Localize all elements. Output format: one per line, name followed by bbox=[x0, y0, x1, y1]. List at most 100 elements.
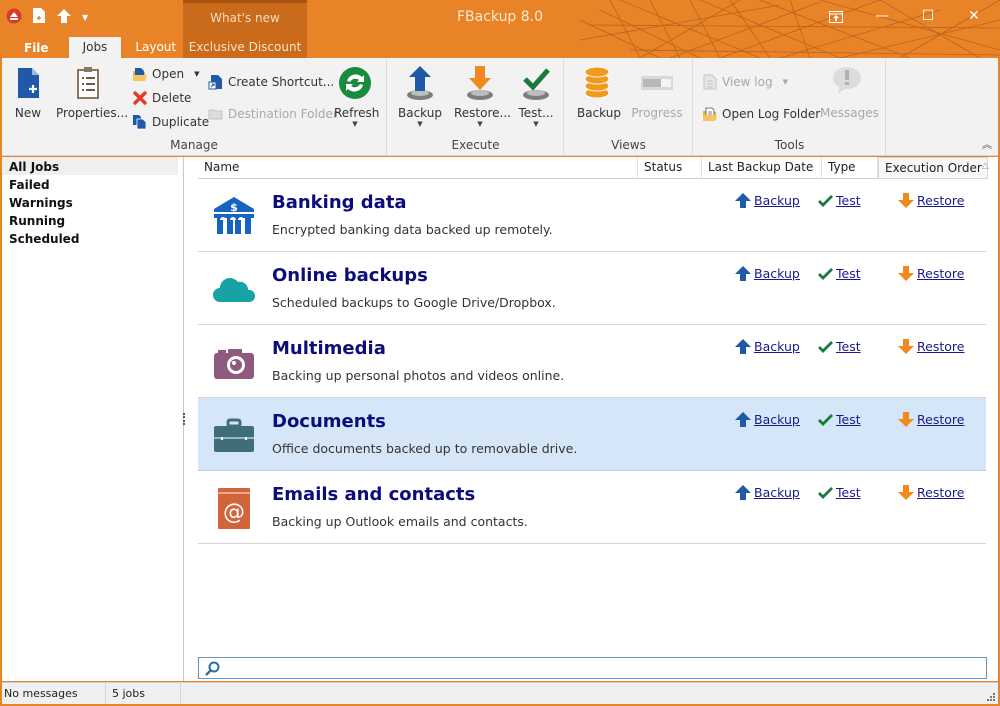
restore-arrow-icon bbox=[898, 339, 914, 354]
view-log-dropdown-icon[interactable]: ▼ bbox=[783, 78, 788, 86]
tab-exclusive-discount[interactable]: Exclusive Discount bbox=[183, 37, 307, 58]
job-restore-link[interactable]: Restore bbox=[898, 193, 964, 208]
search-input[interactable] bbox=[225, 659, 975, 677]
new-job-icon bbox=[18, 68, 39, 98]
execute-backup-button[interactable]: Backup ▼ bbox=[398, 64, 442, 128]
backup-arrow-icon bbox=[735, 266, 751, 281]
job-row[interactable]: $ Banking data Encrypted banking data ba… bbox=[198, 179, 986, 252]
job-test-link[interactable]: Test bbox=[818, 193, 861, 208]
delete-x-icon bbox=[133, 91, 147, 105]
job-test-link[interactable]: Test bbox=[818, 412, 861, 427]
sidebar-item-scheduled[interactable]: Scheduled bbox=[2, 229, 183, 247]
ribbon: New Properties... Open ▼ Delete Duplicat… bbox=[2, 58, 998, 156]
messages-button[interactable]: Messages bbox=[820, 64, 879, 120]
job-row[interactable]: @ Emails and contacts Backing up Outlook… bbox=[198, 471, 986, 544]
job-test-link[interactable]: Test bbox=[818, 266, 861, 281]
splitter-handle[interactable] bbox=[183, 413, 186, 425]
tab-file[interactable]: File bbox=[0, 37, 69, 58]
status-bar: No messages 5 jobs bbox=[2, 682, 998, 704]
manage-group-label: Manage bbox=[170, 138, 218, 152]
column-status[interactable]: Status bbox=[638, 157, 702, 179]
tab-layout[interactable]: Layout bbox=[121, 37, 190, 58]
job-backup-link[interactable]: Backup bbox=[735, 266, 800, 281]
job-backup-link[interactable]: Backup bbox=[735, 339, 800, 354]
delete-button[interactable]: Delete bbox=[132, 90, 191, 106]
restore-arrow-icon bbox=[898, 485, 914, 500]
panel-icon[interactable] bbox=[813, 6, 859, 28]
create-shortcut-button[interactable]: Create Shortcut... bbox=[208, 74, 334, 90]
minimize-button[interactable]: — bbox=[859, 6, 905, 28]
properties-button[interactable]: Properties... bbox=[56, 64, 128, 120]
job-backup-link[interactable]: Backup bbox=[735, 193, 800, 208]
sidebar-item-failed[interactable]: Failed bbox=[2, 175, 183, 193]
test-dropdown-icon[interactable]: ▼ bbox=[518, 120, 554, 128]
backup-arrow-icon bbox=[735, 485, 751, 500]
open-log-folder-button[interactable]: Open Log Folder bbox=[702, 106, 820, 122]
progress-bar-icon bbox=[641, 76, 673, 90]
test-check-icon bbox=[818, 413, 833, 426]
job-description: Encrypted banking data backed up remotel… bbox=[272, 222, 553, 237]
job-row[interactable]: Online backups Scheduled backups to Goog… bbox=[198, 252, 986, 325]
sidebar-item-running[interactable]: Running bbox=[2, 211, 183, 229]
main-content: All Jobs Failed Warnings Running Schedul… bbox=[2, 157, 998, 681]
job-list: Name Status Last Backup Date Type Execut… bbox=[198, 157, 989, 681]
job-title[interactable]: Multimedia bbox=[272, 338, 386, 359]
new-button[interactable]: New bbox=[12, 64, 44, 120]
backup-dropdown-icon[interactable]: ▼ bbox=[398, 120, 442, 128]
sidebar-item-all-jobs[interactable]: All Jobs bbox=[2, 157, 178, 175]
view-log-button[interactable]: View log ▼ bbox=[702, 74, 788, 90]
job-backup-link[interactable]: Backup bbox=[735, 412, 800, 427]
job-test-link[interactable]: Test bbox=[818, 339, 861, 354]
open-dropdown-icon[interactable]: ▼ bbox=[194, 70, 199, 78]
job-test-link[interactable]: Test bbox=[818, 485, 861, 500]
status-messages: No messages bbox=[2, 683, 106, 704]
job-row[interactable]: Multimedia Backing up personal photos an… bbox=[198, 325, 986, 398]
view-backup-button[interactable]: Backup bbox=[577, 64, 621, 120]
job-backup-link[interactable]: Backup bbox=[735, 485, 800, 500]
ribbon-group-manage: New Properties... Open ▼ Delete Duplicat… bbox=[2, 58, 387, 156]
sidebar-item-warnings[interactable]: Warnings bbox=[2, 193, 183, 211]
job-row[interactable]: Documents Office documents backed up to … bbox=[198, 398, 986, 471]
messages-alert-icon bbox=[833, 67, 861, 94]
column-type[interactable]: Type bbox=[822, 157, 878, 179]
resize-grip-icon[interactable] bbox=[987, 693, 996, 702]
clipboard-icon bbox=[77, 67, 99, 99]
job-restore-link[interactable]: Restore bbox=[898, 485, 964, 500]
view-progress-button[interactable]: Progress bbox=[631, 64, 683, 120]
restore-arrow-icon bbox=[898, 266, 914, 281]
job-title[interactable]: Online backups bbox=[272, 265, 428, 286]
column-last-backup-date[interactable]: Last Backup Date bbox=[702, 157, 822, 179]
execute-restore-button[interactable]: Restore... ▼ bbox=[454, 64, 511, 128]
job-title[interactable]: Documents bbox=[272, 411, 386, 432]
open-button[interactable]: Open ▼ bbox=[132, 66, 199, 82]
refresh-dropdown-icon[interactable]: ▼ bbox=[334, 120, 376, 128]
restore-dropdown-icon[interactable]: ▼ bbox=[454, 120, 506, 128]
cloud-icon bbox=[212, 268, 256, 310]
job-title[interactable]: Banking data bbox=[272, 192, 407, 213]
svg-text:@: @ bbox=[223, 500, 245, 525]
log-file-icon bbox=[703, 74, 717, 90]
job-title[interactable]: Emails and contacts bbox=[272, 484, 475, 505]
maximize-button[interactable]: ☐ bbox=[905, 6, 951, 28]
briefcase-icon bbox=[212, 414, 256, 456]
backup-arrow-icon bbox=[735, 339, 751, 354]
search-box[interactable] bbox=[198, 657, 987, 679]
job-restore-link[interactable]: Restore bbox=[898, 412, 964, 427]
tab-jobs[interactable]: Jobs bbox=[68, 37, 122, 58]
collapse-ribbon-icon[interactable]: ︽ bbox=[982, 136, 992, 151]
column-name[interactable]: Name bbox=[198, 157, 638, 179]
column-execution-order[interactable]: Execution Order △ bbox=[878, 157, 989, 179]
destination-folder-icon bbox=[208, 109, 223, 120]
duplicate-button[interactable]: Duplicate bbox=[132, 114, 209, 130]
job-restore-link[interactable]: Restore bbox=[898, 266, 964, 281]
job-restore-link[interactable]: Restore bbox=[898, 339, 964, 354]
refresh-icon bbox=[339, 67, 371, 99]
close-button[interactable]: ✕ bbox=[951, 6, 997, 28]
email-book-icon: @ bbox=[212, 487, 256, 529]
refresh-button[interactable]: Refresh ▼ bbox=[334, 64, 379, 128]
destination-folder-button[interactable]: Destination Folder bbox=[208, 106, 338, 122]
execute-test-button[interactable]: Test... ▼ bbox=[518, 64, 554, 128]
ribbon-tabs: File Jobs Layout Exclusive Discount bbox=[0, 37, 301, 58]
ribbon-group-tools: View log ▼ Open Log Folder Messages Tool… bbox=[694, 58, 886, 156]
search-icon bbox=[205, 661, 220, 676]
